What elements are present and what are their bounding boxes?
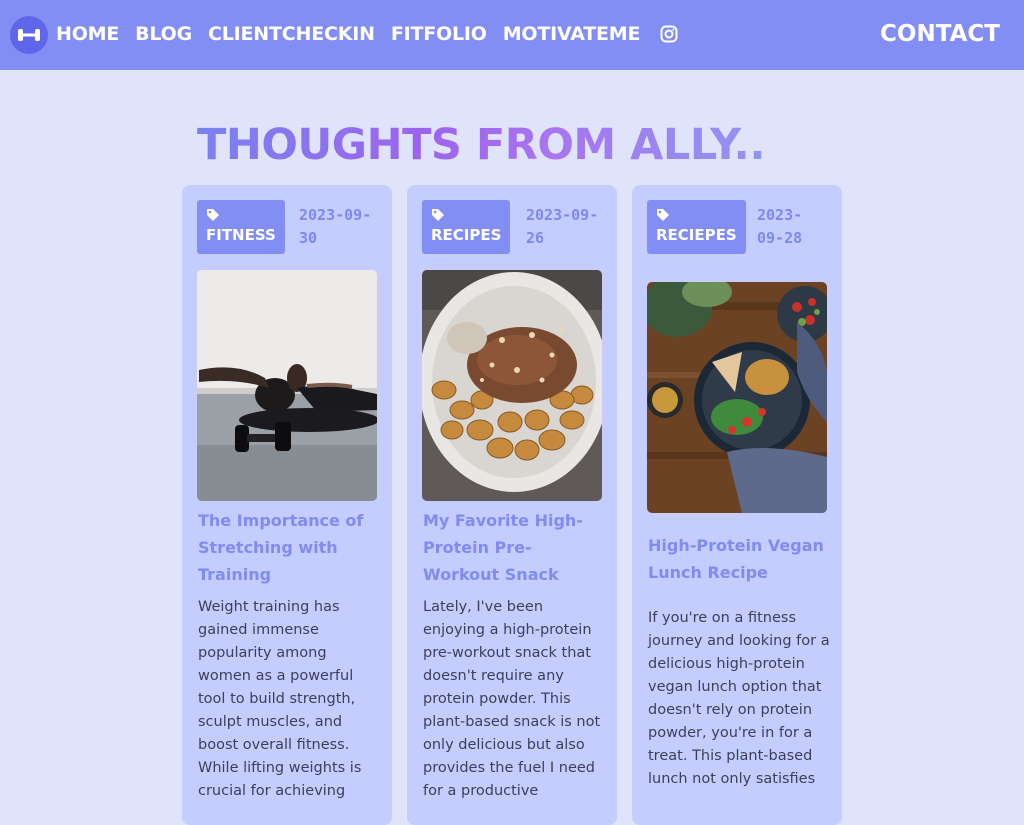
post-image[interactable]	[647, 282, 827, 513]
post-date: 2023-09-26	[526, 206, 599, 247]
post-title[interactable]: High-Protein Vegan Lunch Recipe	[648, 532, 832, 586]
tag-icon	[657, 209, 669, 221]
dumbbell-icon[interactable]	[10, 16, 48, 54]
nav-link-motivateme[interactable]: MOTIVATEME	[503, 21, 641, 47]
post-excerpt: Weight training has gained immense popul…	[198, 599, 362, 799]
instagram-icon[interactable]	[656, 21, 682, 47]
nav-link-home[interactable]: HOME	[56, 21, 119, 47]
nav-link-contact[interactable]: CONTACT	[880, 19, 1000, 49]
post-excerpt: Lately, I've been enjoying a high-protei…	[423, 599, 601, 799]
category-tag[interactable]: FITNESS	[197, 200, 285, 254]
tag-icon	[432, 209, 444, 221]
nav-link-clientcheckin[interactable]: CLIENTCHECKIN	[208, 21, 375, 47]
category-tag[interactable]: RECIPES	[422, 200, 511, 254]
nav-links: HOME BLOG CLIENTCHECKIN FITFOLIO MOTIVAT…	[56, 21, 682, 47]
nav-link-blog[interactable]: BLOG	[135, 21, 192, 47]
category-tag-label: RECIPES	[431, 226, 502, 244]
post-title[interactable]: The Importance of Stretching with Traini…	[198, 507, 382, 588]
blog-card[interactable]: RECIPES 2023-09-26 My Favorite High-Prot…	[407, 185, 617, 825]
page-title: THOUGHTS FROM ALLY..	[197, 120, 766, 170]
category-tag-label: RECIEPES	[656, 226, 737, 244]
post-date: 2023-09-30	[299, 206, 372, 247]
nav-link-fitfolio[interactable]: FITFOLIO	[391, 21, 487, 47]
blog-card[interactable]: FITNESS 2023-09-30 The Importance of Str…	[182, 185, 392, 825]
post-excerpt: If you're on a fitness journey and looki…	[648, 610, 830, 787]
tag-icon	[207, 209, 219, 221]
category-tag[interactable]: RECIEPES	[647, 200, 746, 254]
post-image[interactable]	[197, 270, 377, 501]
post-title[interactable]: My Favorite High-Protein Pre-Workout Sna…	[423, 507, 607, 588]
blog-card[interactable]: RECIEPES 2023-09-28 High-Protein Vegan L…	[632, 185, 842, 825]
post-date: 2023-09-28	[757, 206, 803, 247]
navbar: HOME BLOG CLIENTCHECKIN FITFOLIO MOTIVAT…	[0, 0, 1024, 70]
post-image[interactable]	[422, 270, 602, 501]
category-tag-label: FITNESS	[206, 226, 276, 244]
